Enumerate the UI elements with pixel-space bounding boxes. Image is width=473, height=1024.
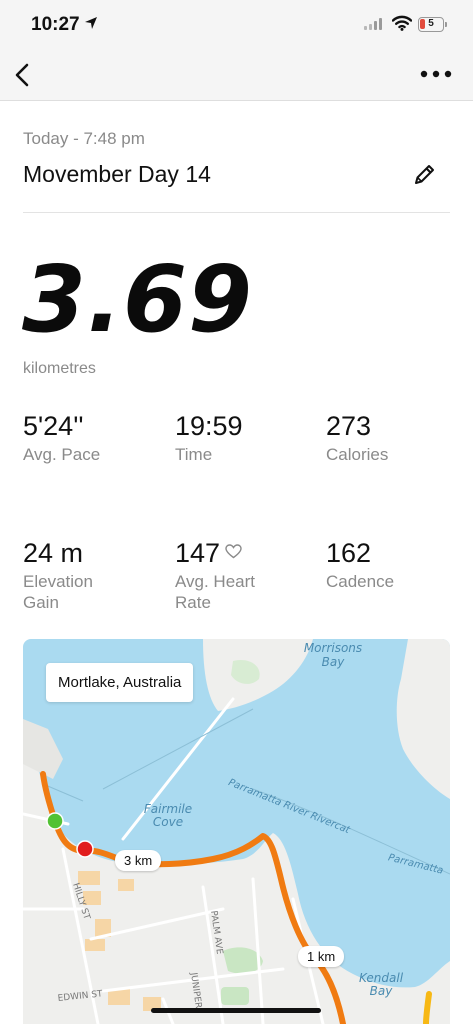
stat-value: 5'24'' (23, 411, 84, 441)
stat-value: 162 (326, 538, 372, 568)
end-marker (76, 840, 94, 858)
stat-value: 147 (175, 538, 221, 568)
stat-calories: 273 Calories (326, 411, 388, 465)
edit-pencil-icon[interactable] (410, 161, 438, 189)
wifi-icon (392, 15, 412, 31)
start-marker (46, 812, 64, 830)
activity-date: Today - 7:48 pm (23, 129, 145, 148)
stat-avg-heart-rate: 147 Avg. Heart Rate (175, 538, 305, 613)
back-button[interactable] (10, 61, 38, 89)
distance-unit: kilometres (23, 360, 96, 377)
place-label-cove: Cove (153, 815, 183, 829)
stat-label: Elevation Gain (23, 572, 93, 612)
place-label-kendall: Kendall (359, 971, 404, 985)
stat-label: Avg. Pace (23, 445, 101, 464)
more-options-button[interactable] (418, 64, 454, 84)
stat-avg-pace: 5'24'' Avg. Pace (23, 411, 100, 465)
map-location-label: Mortlake, Australia (46, 663, 194, 702)
heart-icon (225, 544, 242, 559)
stat-value: 19:59 (175, 411, 243, 441)
place-label-fairmile: Fairmile (144, 802, 192, 816)
navigation-bar (0, 50, 473, 101)
battery-icon: 5 (418, 17, 444, 32)
stat-label: Time (175, 445, 213, 464)
stat-cadence: 162 Cadence (326, 538, 394, 592)
activity-title: Movember Day 14 (23, 161, 211, 187)
stat-value: 273 (326, 411, 372, 441)
route-map[interactable]: Morrisons Bay Fairmile Cove Kendall Bay … (23, 639, 450, 1024)
battery-level: 5 (428, 18, 434, 29)
cellular-signal-icon (364, 18, 384, 30)
place-label-kendall-bay: Bay (370, 984, 394, 998)
place-label-morrisons: Morrisons (304, 641, 362, 655)
km-marker-3: 3 km (115, 850, 162, 871)
location-arrow-icon (85, 17, 97, 29)
stat-label: Avg. Heart Rate (175, 572, 256, 612)
status-bar: 10:27 5 (0, 0, 473, 50)
stat-elevation-gain: 24 m Elevation Gain (23, 538, 153, 613)
status-time: 10:27 (31, 14, 80, 35)
stat-time: 19:59 Time (175, 411, 243, 465)
route-tail (423, 991, 432, 1024)
distance-value: 3.69 (22, 246, 253, 353)
km-marker-1: 1 km (298, 946, 345, 967)
home-indicator (151, 1008, 321, 1013)
stat-label: Calories (326, 445, 389, 464)
stat-label: Cadence (326, 572, 395, 591)
place-label-bay: Bay (322, 655, 346, 669)
header-divider (23, 212, 450, 213)
stat-value: 24 m (23, 538, 84, 568)
